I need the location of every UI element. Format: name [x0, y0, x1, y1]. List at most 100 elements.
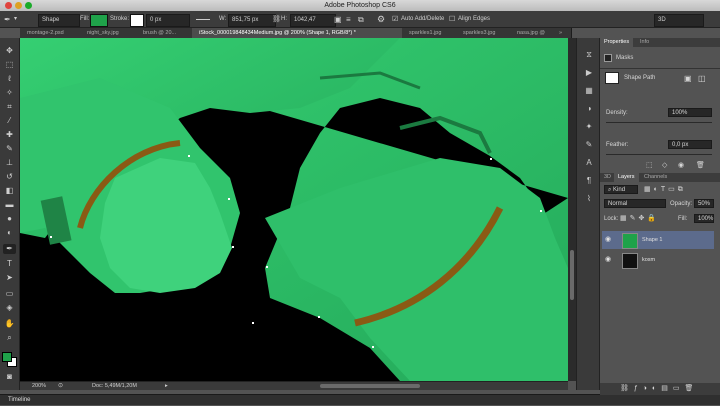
tab-properties[interactable]: Properties — [600, 38, 634, 47]
blur-tool-icon[interactable]: ● — [3, 214, 16, 224]
load-selection-icon[interactable]: ⬚ — [646, 161, 653, 169]
tab-sparkles3[interactable]: sparkles3.jpg — [456, 28, 518, 38]
layer-filter-select[interactable]: ⌕ Kind — [604, 185, 638, 194]
canvas-vertical-scrollbar[interactable] — [568, 38, 576, 381]
brush-panel-icon[interactable]: ✎ — [583, 140, 595, 150]
character-panel-icon[interactable]: A — [583, 158, 595, 168]
eraser-tool-icon[interactable]: ◧ — [3, 186, 16, 196]
clone-stamp-tool-icon[interactable]: ⊥ — [3, 158, 16, 168]
crop-tool-icon[interactable]: ⌗ — [3, 102, 16, 112]
move-tool-icon[interactable]: ✥ — [3, 46, 16, 56]
visibility-icon[interactable]: ◉ — [678, 161, 684, 169]
lock-icons[interactable]: ▦✎✥🔒 — [620, 214, 659, 223]
healing-brush-tool-icon[interactable]: ✚ — [3, 130, 16, 140]
add-vector-mask-icon[interactable]: ◫ — [698, 74, 706, 83]
fill-swatch[interactable] — [90, 14, 108, 27]
layer-row-kosm[interactable]: ◉ kosm — [602, 251, 714, 269]
pen-tool-icon[interactable]: ✒ — [4, 14, 11, 25]
layer-name[interactable]: kosm — [642, 251, 655, 269]
auto-add-delete-checkbox[interactable]: ☑ — [392, 14, 398, 25]
marquee-tool-icon[interactable]: ⬚ — [3, 60, 16, 70]
path-alignment-icon[interactable]: ≡ — [346, 14, 351, 25]
vector-mask-thumbnail[interactable] — [605, 72, 619, 84]
zoom-tool-icon[interactable]: ⌕ — [3, 333, 16, 343]
tab-night-sky[interactable]: night_sky.jpg — [80, 28, 144, 38]
tab-overflow-icon[interactable]: » — [556, 28, 572, 38]
properties-panel: Properties Info Masks Shape Path ▣ ◫ Den… — [600, 38, 720, 173]
quick-mask-icon[interactable]: ◙ — [3, 372, 16, 382]
trash-icon[interactable]: 🗑 — [696, 161, 705, 169]
width-field[interactable]: 851,75 px — [228, 14, 276, 27]
tab-istock-active[interactable]: iStock_000019848434Medium.jpg @ 200% (Sh… — [192, 28, 410, 38]
gradient-tool-icon[interactable]: ▬ — [3, 200, 16, 210]
apply-mask-icon[interactable]: ◇ — [662, 161, 667, 169]
close-window-icon[interactable] — [5, 2, 12, 9]
history-panel-icon[interactable]: ⧖ — [583, 50, 595, 60]
tab-3d[interactable]: 3D — [600, 173, 615, 182]
history-brush-tool-icon[interactable]: ↺ — [3, 172, 16, 182]
fill-field[interactable]: 100% — [694, 214, 714, 223]
eye-icon[interactable]: ◉ — [605, 231, 611, 249]
tab-brush[interactable]: brush @ 20... — [136, 28, 200, 38]
tab-channels[interactable]: Channels — [640, 173, 671, 182]
align-edges-checkbox[interactable]: ☐ — [449, 14, 455, 25]
scrollbar-thumb[interactable] — [570, 250, 574, 300]
path-selection-tool-icon[interactable]: ➤ — [3, 273, 16, 283]
timeline-tab[interactable]: Timeline — [8, 395, 30, 406]
width-label: W: — [219, 16, 227, 22]
dodge-tool-icon[interactable]: ◐ — [3, 228, 16, 238]
foreground-color-swatch[interactable] — [2, 352, 12, 362]
tab-sparkles1[interactable]: sparkles1.jpg — [402, 28, 464, 38]
actions-panel-icon[interactable]: ▶ — [583, 68, 595, 78]
lasso-tool-icon[interactable]: ℓ — [3, 74, 16, 84]
minimize-window-icon[interactable] — [15, 2, 22, 9]
pen-tool-active-icon[interactable]: ✒ — [3, 244, 16, 254]
chevron-down-icon[interactable]: ▾ — [14, 14, 17, 25]
hand-tool-icon[interactable]: ✋ — [3, 319, 16, 329]
layer-filter-icons[interactable]: ▦◐T▭⧉ — [644, 185, 686, 194]
height-label: H: — [281, 16, 287, 22]
brush-tool-icon[interactable]: ✎ — [3, 144, 16, 154]
stroke-swatch[interactable] — [130, 14, 144, 27]
tab-info[interactable]: Info — [636, 38, 653, 47]
adjustments-panel-icon[interactable]: ◑ — [583, 104, 595, 114]
height-field[interactable]: 1042,47 — [290, 14, 336, 27]
3d-tool-icon[interactable]: ◈ — [3, 303, 16, 313]
zoom-level[interactable]: 200% — [32, 382, 46, 391]
paragraph-panel-icon[interactable]: ¶ — [583, 176, 595, 186]
horizontal-scrollbar[interactable] — [320, 384, 420, 388]
rectangle-tool-icon[interactable]: ▭ — [3, 289, 16, 299]
layer-actions-icons[interactable]: ⛓ƒ◑◐▤▭🗑 — [620, 384, 698, 394]
feather-slider[interactable] — [606, 154, 712, 155]
status-menu-icon[interactable]: ⊙ — [58, 382, 63, 391]
status-expand-icon[interactable]: ▸ — [165, 382, 168, 391]
lock-label: Lock: — [604, 216, 619, 222]
document-canvas[interactable] — [20, 38, 568, 381]
density-field[interactable]: 100% — [668, 108, 712, 117]
tab-montage[interactable]: montage-2.psd — [20, 28, 88, 38]
type-tool-icon[interactable]: T — [3, 259, 16, 269]
tool-mode-select[interactable]: Shape — [38, 14, 80, 27]
quick-selection-tool-icon[interactable]: ✧ — [3, 88, 16, 98]
density-slider[interactable] — [606, 122, 712, 123]
tab-layers[interactable]: Layers — [614, 173, 639, 182]
link-icon[interactable]: ⛓ — [272, 14, 281, 25]
feather-field[interactable]: 0,0 px — [668, 140, 712, 149]
gear-icon[interactable]: ⚙ — [377, 14, 385, 25]
layer-row-shape-1[interactable]: ◉ Shape 1 — [602, 231, 714, 249]
eyedropper-tool-icon[interactable]: ⁄ — [3, 116, 16, 126]
eye-icon[interactable]: ◉ — [605, 251, 611, 269]
zoom-window-icon[interactable] — [25, 2, 32, 9]
swatches-panel-icon[interactable]: ▦ — [583, 86, 595, 96]
paths-panel-icon[interactable]: ⌇ — [583, 194, 595, 204]
stroke-width-field[interactable]: 0 px — [146, 14, 190, 27]
path-arrangement-icon[interactable]: ⧉ — [358, 14, 364, 25]
stroke-type-icon[interactable] — [196, 19, 210, 21]
blend-mode-select[interactable]: Normal — [604, 199, 666, 208]
workspace-select[interactable]: 3D — [654, 14, 704, 27]
add-pixel-mask-icon[interactable]: ▣ — [684, 74, 692, 83]
layer-name[interactable]: Shape 1 — [642, 231, 663, 249]
path-operations-icon[interactable]: ▣ — [334, 14, 342, 25]
styles-panel-icon[interactable]: ✦ — [583, 122, 595, 132]
opacity-field[interactable]: 50% — [694, 199, 714, 208]
